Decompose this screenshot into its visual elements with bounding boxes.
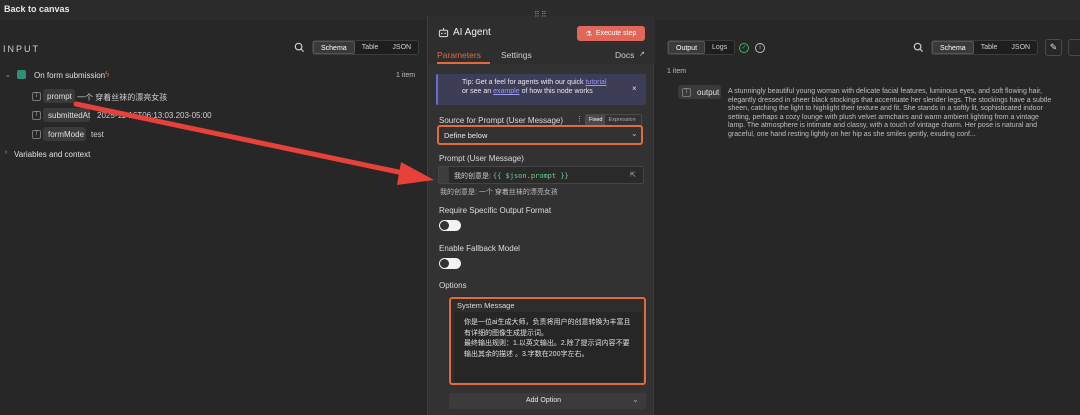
annotation-arrow <box>73 101 434 185</box>
